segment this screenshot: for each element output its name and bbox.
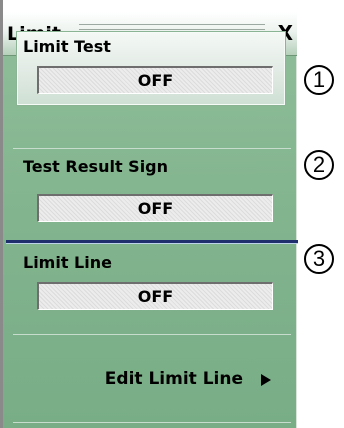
test-result-sign-label: Test Result Sign <box>23 157 169 176</box>
limit-test-group: Limit Test <box>17 36 285 58</box>
limit-test-toggle[interactable]: OFF <box>37 66 273 94</box>
callout-1: 1 <box>304 65 334 95</box>
limit-line-group: Limit Line <box>17 252 285 274</box>
divider <box>13 334 291 335</box>
limit-line-label: Limit Line <box>23 253 112 272</box>
edit-limit-line-button[interactable]: Edit Limit Line <box>3 364 297 394</box>
edit-limit-line-label: Edit Limit Line <box>104 369 243 389</box>
callout-3: 3 <box>304 244 334 274</box>
test-result-sign-toggle[interactable]: OFF <box>37 194 273 222</box>
triangle-right-icon <box>261 374 271 386</box>
limit-menu-panel: Limit X Limit Test OFF Test Result Sign … <box>3 12 298 428</box>
test-result-sign-group: Test Result Sign <box>17 156 285 178</box>
callout-2: 2 <box>304 150 334 180</box>
divider <box>13 148 291 149</box>
limit-test-label: Limit Test <box>23 37 111 56</box>
divider <box>13 422 291 423</box>
section-separator <box>6 240 298 244</box>
limit-line-toggle[interactable]: OFF <box>37 282 273 310</box>
